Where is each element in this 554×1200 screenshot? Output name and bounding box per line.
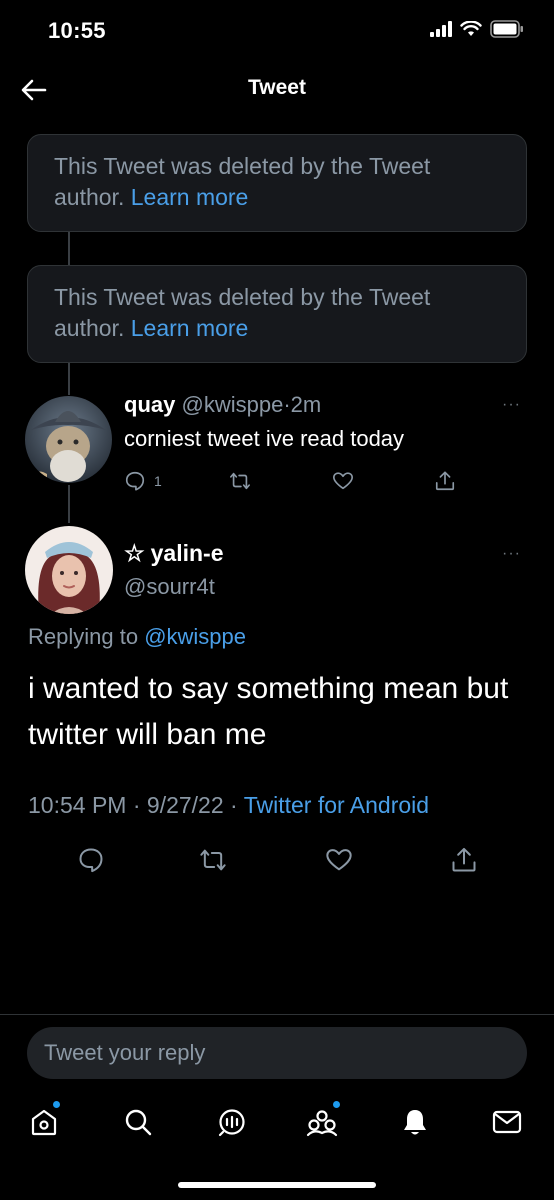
search-icon (125, 1109, 152, 1136)
avatar-image (25, 396, 112, 483)
author-name[interactable]: quay (124, 392, 175, 417)
author-handle[interactable]: @kwisppe (181, 392, 283, 417)
more-options-button[interactable]: ··· (502, 396, 521, 414)
retweet-action[interactable] (198, 846, 228, 874)
tab-spaces[interactable] (212, 1100, 252, 1144)
author-handle[interactable]: @sourr4t (124, 574, 215, 600)
replying-to: Replying to @kwisppe (28, 624, 246, 650)
more-options-button[interactable]: ··· (502, 545, 521, 563)
tab-notifications[interactable] (395, 1100, 435, 1144)
share-action[interactable] (450, 846, 478, 874)
tweet-time: 10:54 PM (28, 792, 127, 818)
avatar-yalin-e[interactable] (25, 526, 113, 614)
wifi-icon (460, 21, 482, 36)
home-notification-dot (53, 1101, 60, 1108)
replying-prefix: Replying to (28, 624, 139, 649)
status-icons (430, 20, 524, 38)
deleted-tweet-notice: This Tweet was deleted by the Tweet auth… (27, 265, 527, 363)
timestamp: 2m (290, 392, 322, 417)
communities-notification-dot (333, 1101, 340, 1108)
tweet-text: i wanted to say something mean but twitt… (28, 672, 509, 751)
reply-input-placeholder: Tweet your reply (44, 1040, 206, 1065)
like-action[interactable] (332, 470, 354, 492)
retweet-action[interactable] (228, 470, 252, 492)
tweet-meta: 10:54 PM · 9/27/22 · Twitter for Android (28, 792, 429, 819)
heart-icon (326, 849, 352, 871)
reply-action[interactable]: 1 (124, 470, 162, 492)
tab-messages[interactable] (487, 1100, 527, 1144)
mail-icon (492, 1110, 522, 1134)
share-icon (452, 847, 476, 872)
communities-icon (306, 1110, 338, 1137)
composer-divider (0, 1014, 554, 1015)
author-name-row: ☆ yalin-e (124, 540, 224, 567)
page-title: Tweet (248, 76, 306, 99)
separator-dot: · (230, 792, 238, 818)
share-icon (435, 471, 455, 491)
comment-icon (79, 848, 103, 873)
avatar-image (25, 526, 113, 614)
like-action[interactable] (325, 846, 353, 874)
separator-dot: · (132, 792, 141, 818)
author-name[interactable]: yalin-e (151, 540, 224, 567)
tweet-source[interactable]: Twitter for Android (244, 792, 429, 818)
signal-icon (430, 21, 452, 37)
thread-line (68, 363, 70, 395)
comment-icon (125, 471, 145, 491)
star-icon: ☆ (124, 540, 145, 566)
header: Tweet (0, 64, 554, 116)
thread-line (68, 232, 70, 266)
home-indicator (178, 1182, 376, 1188)
avatar-quay[interactable] (25, 396, 112, 483)
learn-more-link[interactable]: Learn more (131, 184, 249, 210)
replying-to-handle[interactable]: @kwisppe (144, 624, 246, 649)
retweet-icon (230, 472, 250, 490)
reply-header: quay @kwisppe·2m (124, 392, 321, 418)
home-icon (31, 1109, 57, 1136)
spaces-icon (218, 1109, 245, 1137)
reply-count: 1 (154, 473, 162, 489)
retweet-icon (200, 849, 226, 871)
tab-communities[interactable] (302, 1100, 342, 1144)
reply-input[interactable]: Tweet your reply (27, 1027, 527, 1079)
reply-action[interactable] (77, 846, 105, 874)
learn-more-link[interactable]: Learn more (131, 315, 249, 341)
tweet-date: 9/27/22 (146, 792, 224, 818)
thread-line (68, 485, 70, 523)
bottom-tab-bar (0, 1100, 554, 1150)
share-action[interactable] (434, 470, 456, 492)
heart-icon (333, 472, 353, 490)
status-time: 10:55 (48, 18, 106, 43)
tweet-text: corniest tweet ive read today (124, 426, 405, 451)
separator-dot: · (283, 392, 291, 417)
battery-icon (490, 20, 523, 38)
tab-home[interactable] (24, 1100, 64, 1144)
deleted-tweet-notice: This Tweet was deleted by the Tweet auth… (27, 134, 527, 232)
tab-search[interactable] (118, 1100, 158, 1144)
status-bar: 10:55 (0, 0, 554, 64)
bell-icon (404, 1110, 426, 1135)
